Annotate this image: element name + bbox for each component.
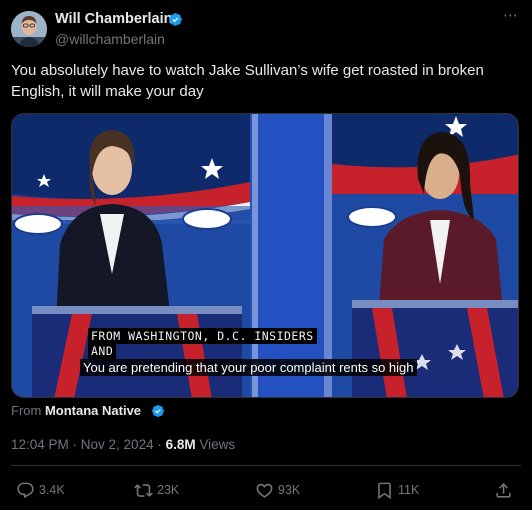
timestamp[interactable]: 12:04 PM · Nov 2, 2024 · — [11, 437, 166, 452]
views-count[interactable]: 6.8M — [166, 437, 196, 452]
closed-caption-line: AND — [88, 343, 117, 359]
verified-badge-icon — [169, 13, 182, 26]
tweet-meta: 12:04 PM · Nov 2, 2024 · 6.8M Views — [11, 437, 235, 452]
share-button[interactable] — [494, 480, 517, 500]
bookmark-button[interactable]: 11K — [375, 480, 419, 500]
heart-icon — [256, 483, 273, 498]
share-icon — [496, 482, 511, 498]
closed-caption-line: FROM WASHINGTON, D.C. INSIDERS — [88, 328, 317, 344]
reply-button[interactable]: 3.4K — [16, 480, 65, 500]
video-player[interactable]: FROM WASHINGTON, D.C. INSIDERS AND You a… — [11, 113, 519, 398]
video-subtitle: You are pretending that your poor compla… — [80, 359, 417, 376]
source-name[interactable]: Montana Native — [45, 403, 141, 418]
tweet-header: Will Chamberlain @willchamberlain ⋯ — [0, 0, 532, 56]
bookmark-count: 11K — [398, 483, 420, 497]
reply-count: 3.4K — [39, 483, 65, 497]
source-prefix: From — [11, 403, 42, 418]
display-name[interactable]: Will Chamberlain — [55, 11, 173, 27]
tweet-text: You absolutely have to watch Jake Sulliv… — [11, 62, 484, 100]
retweet-button[interactable]: 23K — [134, 480, 179, 500]
retweet-count: 23K — [157, 483, 180, 497]
reply-icon — [17, 482, 34, 498]
source-verified-badge-icon — [152, 405, 164, 417]
bookmark-icon — [378, 482, 391, 499]
handle[interactable]: @willchamberlain — [55, 31, 165, 47]
more-options-icon[interactable]: ⋯ — [500, 6, 522, 26]
divider — [11, 465, 521, 466]
views-label: Views — [195, 437, 236, 452]
like-button[interactable]: 93K — [255, 480, 300, 500]
media-source[interactable]: From Montana Native — [11, 403, 141, 418]
retweet-icon — [134, 483, 153, 497]
like-count: 93K — [278, 483, 301, 497]
avatar[interactable] — [11, 11, 47, 47]
